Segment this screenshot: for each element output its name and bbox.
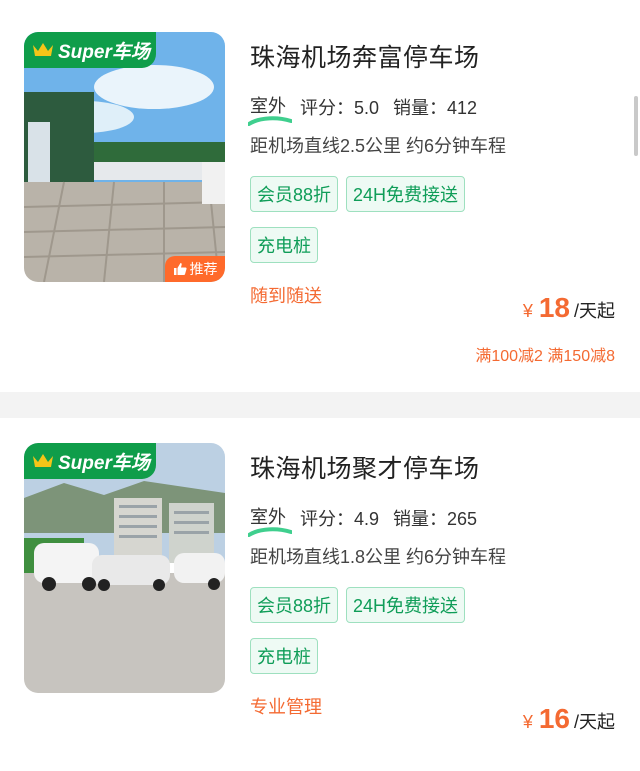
crown-icon xyxy=(33,43,53,56)
parking-title[interactable]: 珠海机场奔富停车场 xyxy=(250,38,480,74)
thumbs-up-icon xyxy=(173,263,187,275)
parking-type-label: 室外 xyxy=(250,507,286,527)
rating-label: 评分： xyxy=(300,98,354,118)
price-unit: /天起 xyxy=(573,712,615,732)
parking-type: 室外 xyxy=(248,503,292,537)
tag-row-2: 充电桩 xyxy=(250,227,318,263)
parking-photo[interactable]: Super车场 xyxy=(24,443,225,693)
crown-icon xyxy=(33,454,53,467)
parking-photo-image xyxy=(24,32,225,282)
rating-label: 评分： xyxy=(300,509,354,529)
price-value: 16 xyxy=(538,703,570,734)
underline-swoosh-icon xyxy=(248,527,292,537)
parking-meta: 室外 评分：5.0 销量：412 xyxy=(248,92,477,126)
price-value: 18 xyxy=(538,292,570,323)
sales: 销量：412 xyxy=(393,94,477,120)
parking-meta: 室外 评分：4.9 销量：265 xyxy=(248,503,477,537)
price: ¥ 16 /天起 xyxy=(523,703,615,735)
sales-label: 销量： xyxy=(393,509,448,529)
sales: 销量：265 xyxy=(393,505,477,531)
parking-title[interactable]: 珠海机场聚才停车场 xyxy=(250,449,480,485)
tag-row: 会员88折 24H免费接送 xyxy=(250,176,466,212)
tag-charging: 充电桩 xyxy=(250,227,318,263)
tag-free-shuttle: 24H免费接送 xyxy=(346,176,466,212)
sales-value: 265 xyxy=(447,509,478,529)
parking-photo-image xyxy=(24,443,225,693)
rating: 评分：5.0 xyxy=(300,94,379,120)
super-parking-badge: Super车场 xyxy=(24,443,156,479)
price-currency: ¥ xyxy=(522,712,533,732)
tag-row-2: 充电桩 xyxy=(250,638,318,674)
underline-swoosh-icon xyxy=(248,116,292,126)
service-note: 随到随送 xyxy=(250,286,322,306)
super-parking-badge: Super车场 xyxy=(24,32,156,68)
recommend-label: 推荐 xyxy=(189,261,218,277)
parking-photo[interactable]: Super车场 推荐 xyxy=(24,32,225,282)
price-currency: ¥ xyxy=(522,301,533,321)
sales-value: 412 xyxy=(447,98,478,118)
tag-row: 会员88折 24H免费接送 xyxy=(250,587,466,623)
tag-member-discount: 会员88折 xyxy=(250,587,339,623)
tag-free-shuttle: 24H免费接送 xyxy=(346,587,466,623)
sales-label: 销量： xyxy=(393,98,448,118)
parking-card[interactable]: Super车场 推荐 珠海机场奔富停车场 室外 评分：5.0 销量：412 距机… xyxy=(0,0,640,392)
service-note: 专业管理 xyxy=(250,697,322,717)
parking-type-label: 室外 xyxy=(250,96,286,116)
distance-info: 距机场直线2.5公里 约6分钟车程 xyxy=(250,136,507,156)
promo-text: 满100减2 满150减8 xyxy=(475,348,615,365)
super-badge-label: Super车场 xyxy=(58,452,150,474)
tag-charging: 充电桩 xyxy=(250,638,318,674)
recommend-badge: 推荐 xyxy=(165,256,225,282)
price-unit: /天起 xyxy=(573,301,615,321)
price: ¥ 18 /天起 xyxy=(523,292,615,324)
rating-value: 4.9 xyxy=(354,509,380,529)
super-badge-label: Super车场 xyxy=(58,41,150,63)
parking-card[interactable]: Super车场 珠海机场聚才停车场 室外 评分：4.9 销量：265 距机场直线… xyxy=(0,418,640,771)
rating: 评分：4.9 xyxy=(300,505,379,531)
parking-type: 室外 xyxy=(248,92,292,126)
distance-info: 距机场直线1.8公里 约6分钟车程 xyxy=(250,547,507,567)
scrollbar[interactable] xyxy=(634,96,638,156)
tag-member-discount: 会员88折 xyxy=(250,176,339,212)
rating-value: 5.0 xyxy=(354,98,380,118)
